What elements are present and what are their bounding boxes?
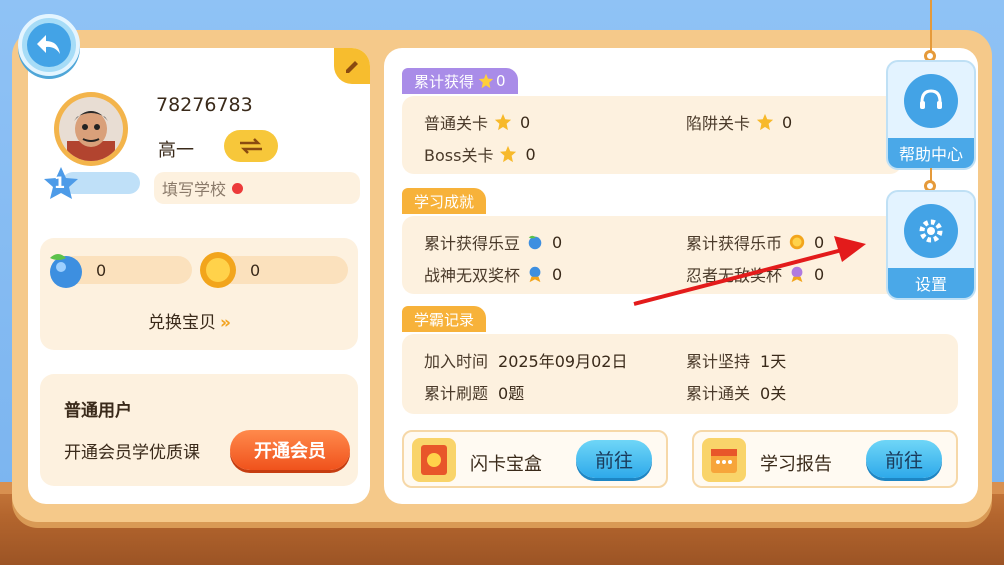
calendar-report-icon <box>702 438 746 482</box>
bean-icon <box>528 235 542 250</box>
level-number: 1 <box>54 173 66 192</box>
settings-button[interactable]: 设置 <box>886 190 976 300</box>
stat-boss-levels: Boss关卡 0 <box>424 142 536 166</box>
chevron-right-icon: » <box>220 313 231 333</box>
stat-value: 1天 <box>760 352 787 371</box>
go-button[interactable]: 前往 <box>576 440 652 478</box>
back-arrow-icon <box>27 23 71 67</box>
exchange-link[interactable]: 兑换宝贝» <box>148 308 231 333</box>
card-label: 闪卡宝盒 <box>470 454 542 475</box>
stat-label: 忍者无敌奖杯 <box>686 266 783 285</box>
stat-streak: 累计坚持 1天 <box>686 348 786 372</box>
medal-icon <box>791 266 803 283</box>
level-indicator: 1 <box>42 166 140 200</box>
stat-ninja-trophy: 忍者无敌奖杯 0 <box>686 262 824 286</box>
notification-dot <box>232 182 244 194</box>
stat-questions: 累计刷题 0题 <box>424 380 524 404</box>
stat-coins-earned: 累计获得乐币 0 <box>686 230 824 254</box>
coins-count: 0 <box>250 260 261 280</box>
stat-value: 2025年09月02日 <box>498 352 628 371</box>
stat-label: 战神无双奖杯 <box>424 266 521 285</box>
user-id: 78276783 <box>156 94 253 116</box>
stat-trap-levels: 陷阱关卡 0 <box>686 110 792 134</box>
switch-grade-button[interactable] <box>224 130 278 162</box>
membership-title: 普通用户 <box>64 401 132 421</box>
stat-value: 0 <box>814 232 825 252</box>
headset-icon <box>904 74 958 128</box>
back-button[interactable] <box>18 14 80 76</box>
stat-value: 0关 <box>760 384 787 403</box>
stat-label: 普通关卡 <box>424 114 489 133</box>
school-field[interactable]: 填写学校 <box>154 172 360 204</box>
stat-label: 加入时间 <box>424 352 489 371</box>
help-center-button[interactable]: 帮助中心 <box>886 60 976 170</box>
bean-icon <box>50 254 82 288</box>
achievements-tag: 学习成就 <box>402 188 487 214</box>
study-report-card[interactable]: 学习报告 前往 <box>692 430 958 488</box>
stat-label: 累计刷题 <box>424 384 489 403</box>
stat-label: 累计获得乐豆 <box>424 234 521 253</box>
pencil-icon <box>346 61 358 73</box>
stat-value: 0 <box>782 112 793 132</box>
stat-war-god-trophy: 战神无双奖杯 0 <box>424 262 562 286</box>
stat-label: 累计坚持 <box>686 352 751 371</box>
stat-levels-cleared: 累计通关 0关 <box>686 380 786 404</box>
stat-value: 0 <box>552 264 563 284</box>
stat-value: 0 <box>520 112 531 132</box>
beans-count: 0 <box>96 260 107 280</box>
earned-tag: 累计获得 0 <box>402 68 518 94</box>
stat-label: Boss关卡 <box>424 146 494 165</box>
earned-title: 累计获得 <box>414 72 475 91</box>
earned-title-count: 0 <box>496 72 506 90</box>
stat-value: 0 <box>552 232 563 252</box>
avatar-face-icon <box>59 97 123 161</box>
coin-icon <box>200 252 236 288</box>
achievements-title: 学习成就 <box>414 192 475 211</box>
school-placeholder: 填写学校 <box>162 180 227 199</box>
coin-icon <box>789 234 805 250</box>
star-icon <box>756 113 774 131</box>
stat-value: 0题 <box>498 384 525 403</box>
stat-value: 0 <box>814 264 825 284</box>
help-center-label: 帮助中心 <box>888 138 974 168</box>
star-icon <box>494 113 512 131</box>
swap-arrows-icon <box>240 138 262 154</box>
card-label: 学习报告 <box>760 454 832 475</box>
stat-label: 陷阱关卡 <box>686 114 751 133</box>
stat-label: 累计通关 <box>686 384 751 403</box>
flash-card-box-card[interactable]: 闪卡宝盒 前往 <box>402 430 668 488</box>
grade-label: 高一 <box>158 140 194 161</box>
star-icon <box>478 73 494 89</box>
exchange-label: 兑换宝贝 <box>148 313 216 333</box>
open-membership-button[interactable]: 开通会员 <box>230 430 350 470</box>
avatar[interactable] <box>54 92 128 166</box>
records-tag: 学霸记录 <box>402 306 487 332</box>
gear-icon <box>904 204 958 258</box>
medal-icon <box>529 266 541 283</box>
records-title: 学霸记录 <box>414 310 475 329</box>
stat-beans-earned: 累计获得乐豆 0 <box>424 230 562 254</box>
card-box-icon <box>412 438 456 482</box>
hanging-string <box>930 0 932 52</box>
settings-label: 设置 <box>888 268 974 298</box>
stat-value: 0 <box>525 144 536 164</box>
membership-desc: 开通会员学优质课 <box>64 443 200 463</box>
stat-label: 累计获得乐币 <box>686 234 783 253</box>
stat-normal-levels: 普通关卡 0 <box>424 110 530 134</box>
star-icon <box>500 145 517 163</box>
stat-join-date: 加入时间 2025年09月02日 <box>424 348 627 372</box>
go-button[interactable]: 前往 <box>866 440 942 478</box>
edit-profile-button[interactable] <box>334 48 370 84</box>
